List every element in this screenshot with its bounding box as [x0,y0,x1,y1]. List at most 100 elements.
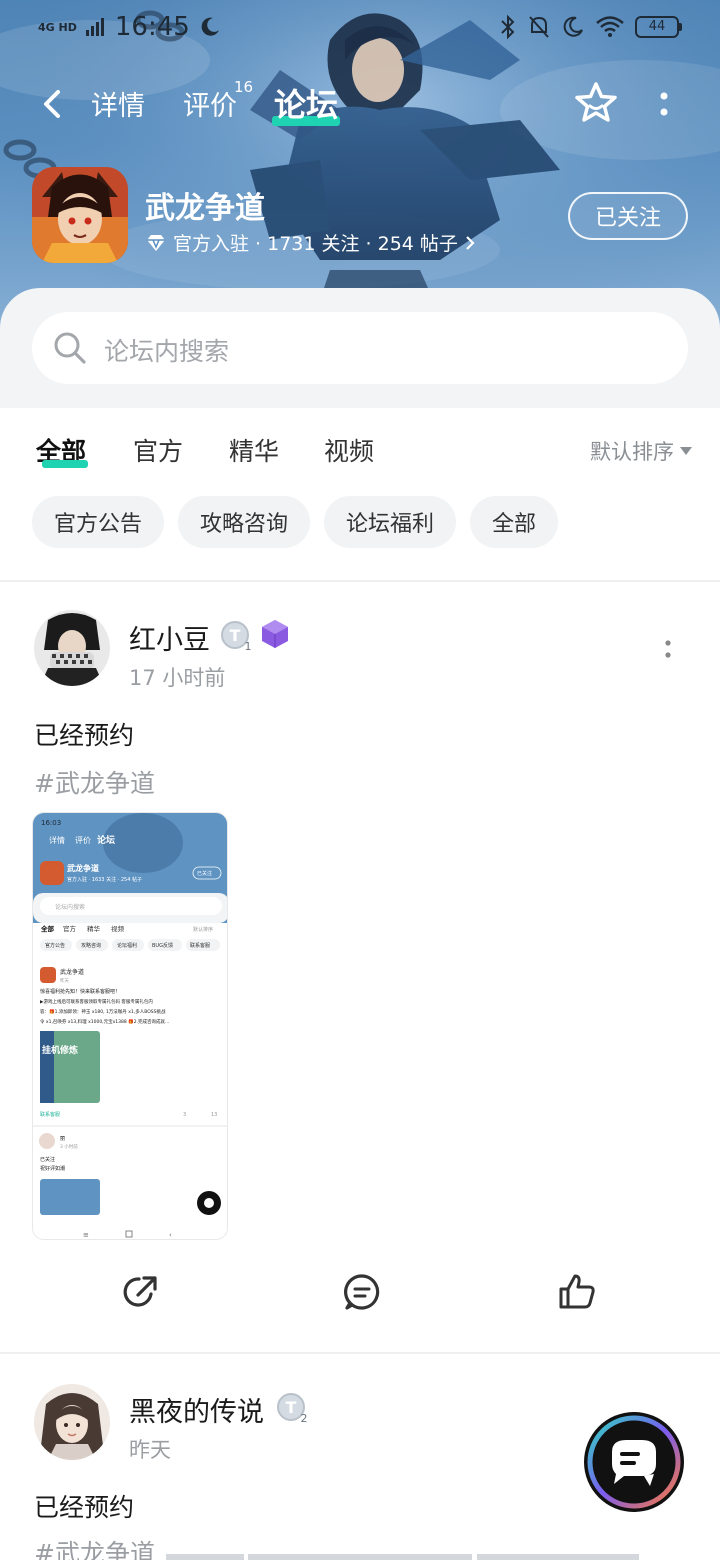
avatar[interactable] [34,610,110,686]
floating-chat-button[interactable] [578,1410,690,1514]
svg-text:论坛内搜索: 论坛内搜索 [55,903,85,911]
svg-text:联系客服: 联系客服 [190,942,210,949]
game-header-banner: 4G HD 16:45 44 详情 评价 16 论坛 武龙争道 官方入驻 · 1… [0,0,720,408]
svg-text:挂机修炼: 挂机修炼 [42,1044,78,1056]
svg-text:昨天: 昨天 [60,977,69,984]
favorite-star-icon[interactable] [572,80,620,128]
svg-text:惊喜福利抢先知！快来联系客服吧！: 惊喜福利抢先知！快来联系客服吧！ [40,988,120,995]
game-icon[interactable] [32,167,128,263]
search-icon [54,332,86,364]
svg-text:视频: 视频 [111,924,125,933]
post-tag[interactable]: #武龙争道 [34,764,155,800]
like-icon[interactable] [557,1272,597,1312]
game-name: 武龙争道 [145,191,265,226]
tab-review[interactable]: 评价 [183,84,237,123]
svg-text:丽: 丽 [60,1136,65,1142]
svg-text:已关注: 已关注 [40,1156,55,1163]
caret-down-icon [680,447,692,455]
network-indicator: 4G HD [38,20,77,34]
sort-label: 默认排序 [590,440,674,464]
svg-text:13: 13 [211,1112,217,1118]
diamond-icon [147,234,165,251]
topic-chips: 官方公告 攻略咨询 论坛福利 全部 [32,496,559,548]
tab-official[interactable]: 官方 [133,432,183,468]
post-more-icon[interactable] [660,638,676,662]
comment-icon[interactable] [342,1272,382,1312]
svg-text:官方公告: 官方公告 [45,942,65,949]
svg-text:T: T [230,626,241,645]
honor-gem-icon [262,620,288,648]
svg-text:T: T [286,1398,297,1417]
post-image[interactable]: 16:03 详情 评价 论坛 武龙争道 官方入驻 · 1633 关注 · 254… [32,812,228,1240]
svg-text:BUG反馈: BUG反馈 [152,942,173,949]
post-card[interactable]: 红小豆 T 1 17 小时前 已经预约 #武龙争道 16:03 详情 评价 论坛… [0,582,720,1352]
username[interactable]: 黑夜的传说 [129,1390,264,1429]
svg-text:默认排序: 默认排序 [193,926,213,933]
svg-text:官方: 官方 [63,924,77,933]
post-time: 昨天 [129,1438,171,1462]
post-time: 17 小时前 [129,666,226,690]
svg-text:1: 1 [245,640,252,652]
mute-bell-icon [529,16,549,38]
category-tabs: 全部 官方 精华 视频 默认排序 [0,408,720,488]
post-title: 已经预约 [34,721,135,750]
battery-indicator: 44 [635,16,682,38]
tab-featured[interactable]: 精华 [229,432,279,468]
svg-text:武龙争道: 武龙争道 [67,863,99,873]
svg-text:精华: 精华 [87,924,101,933]
search-input[interactable]: 论坛内搜索 [32,312,688,384]
chip-official-announcement[interactable]: 官方公告 [32,496,165,548]
tab-detail[interactable]: 详情 [91,84,145,123]
status-time: 16:45 [114,12,190,42]
chevron-right-icon [466,235,475,250]
svg-text:详情: 详情 [49,835,65,845]
active-category-indicator [42,460,88,468]
avatar[interactable] [34,1384,110,1460]
game-stats-text: 官方入驻 · 1731 关注 · 254 帖子 [173,233,458,255]
chip-all[interactable]: 全部 [470,496,559,548]
sort-dropdown[interactable]: 默认排序 [590,436,692,466]
svg-text:论坛福利: 论坛福利 [117,942,137,949]
game-stats[interactable]: 官方入驻 · 1731 关注 · 254 帖子 [145,229,476,256]
svg-text:3: 3 [183,1112,186,1118]
status-bar: 4G HD 16:45 44 [0,0,720,56]
wifi-icon [596,16,624,37]
image-strip-peek [166,1554,639,1560]
svg-text:‹: ‹ [169,1231,172,1239]
username[interactable]: 红小豆 [129,618,210,657]
game-info: 武龙争道 官方入驻 · 1731 关注 · 254 帖子 已关注 [32,167,692,265]
svg-text:已关注: 已关注 [197,870,212,877]
chip-strategy[interactable]: 攻略咨询 [178,496,311,548]
svg-text:联系客服: 联系客服 [40,1111,60,1118]
svg-text:攻略咨询: 攻略咨询 [81,942,101,949]
svg-text:令 x1,召唤券 x13,料理 x1000,元宝x1388: 令 x1,召唤券 x13,料理 x1000,元宝x1388 🎁2.完成咨询成就.… [40,1018,169,1025]
svg-text:容：🎁1.添加即领：神玉 x180, 1万法咖丹 x1,多: 容：🎁1.添加即领：神玉 x180, 1万法咖丹 x1,多人BOSS挑战 [40,1008,166,1015]
review-count-badge: 16 [234,78,254,96]
post-image-content: 16:03 详情 评价 论坛 武龙争道 官方入驻 · 1633 关注 · 254… [33,813,227,1239]
level-badge-icon: T 1 [221,621,252,652]
svg-text:3 小时前: 3 小时前 [60,1143,78,1150]
svg-text:全部: 全部 [40,924,55,933]
search-section: 论坛内搜索 [0,288,720,408]
level-badge-icon: T 2 [277,1393,308,1424]
back-arrow-icon[interactable] [34,84,74,124]
signal-icon [85,18,104,36]
svg-text:2: 2 [301,1412,308,1424]
svg-text:武龙争道: 武龙争道 [60,968,84,976]
chip-forum-benefits[interactable]: 论坛福利 [324,496,457,548]
svg-text:16:03: 16:03 [41,819,61,827]
search-placeholder: 论坛内搜索 [104,337,230,366]
svg-text:评价: 评价 [75,836,91,845]
moon-icon [201,17,219,36]
top-nav: 详情 评价 16 论坛 [0,70,720,140]
tab-forum[interactable]: 论坛 [274,80,338,126]
svg-text:官方入驻 · 1633 关注 · 254 帖子: 官方入驻 · 1633 关注 · 254 帖子 [67,876,142,883]
forum-page: 4G HD 16:45 44 详情 评价 16 论坛 武龙争道 官方入驻 · 1… [0,0,720,1560]
share-icon[interactable] [121,1272,161,1312]
tab-video[interactable]: 视频 [324,432,374,468]
svg-text:论坛: 论坛 [97,834,115,846]
follow-button[interactable]: 已关注 [568,192,688,240]
post-tag[interactable]: #武龙争道 [34,1534,155,1560]
more-vertical-icon[interactable] [650,84,678,124]
svg-text:▶游戏上线后可联系客服领取专属礼包码 客服专属礼包内: ▶游戏上线后可联系客服领取专属礼包码 客服专属礼包内 [40,998,153,1005]
